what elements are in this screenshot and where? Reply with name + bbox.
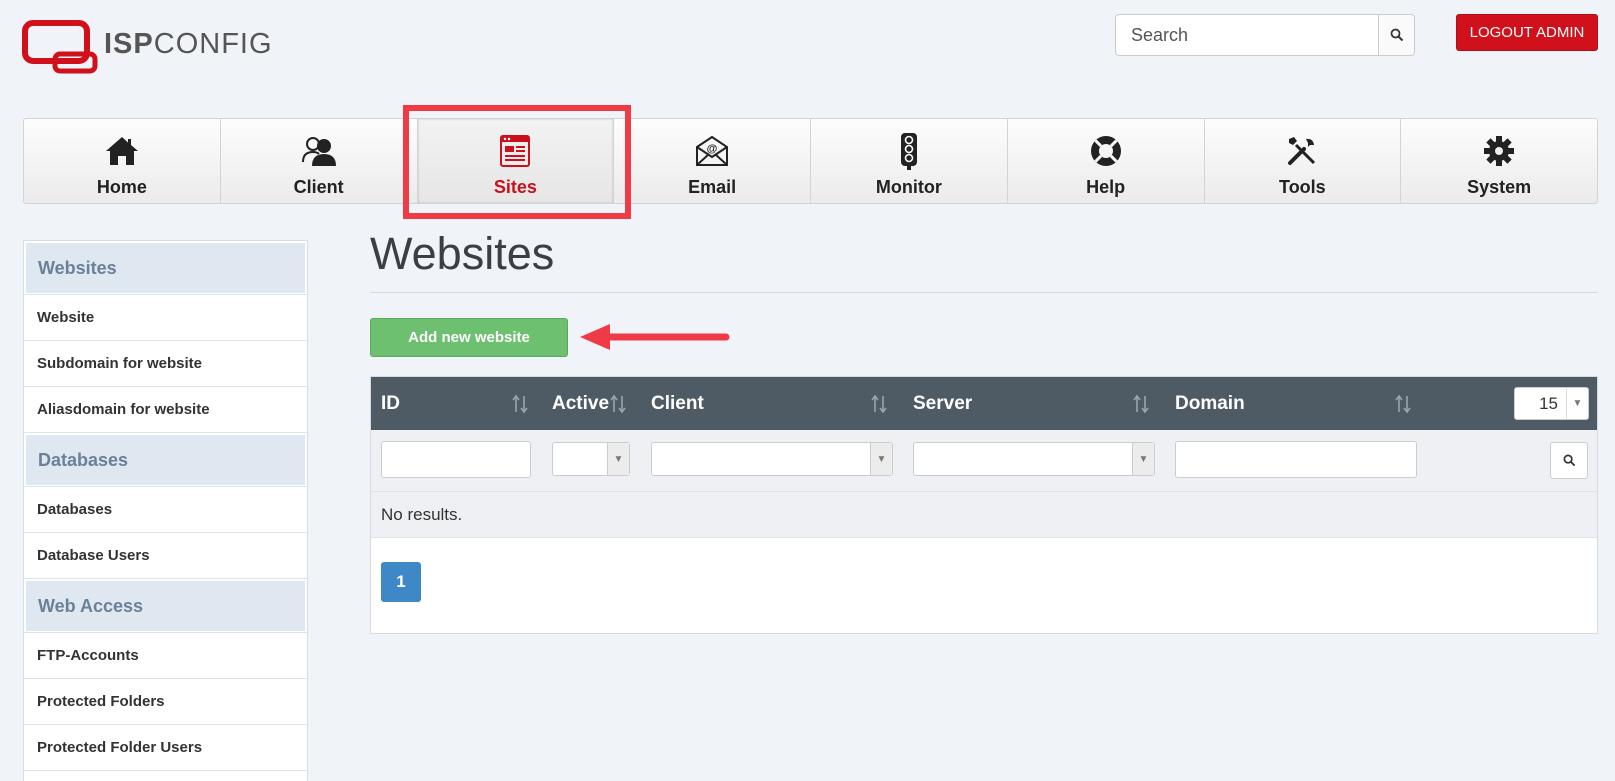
filter-row: ▼ ▼ ▼ xyxy=(371,430,1597,492)
chevron-down-icon: ▼ xyxy=(1566,388,1588,419)
sidebar-item-protected-folder-users[interactable]: Protected Folder Users xyxy=(24,724,307,771)
logo-mark-icon xyxy=(22,20,98,74)
filter-id-input[interactable] xyxy=(381,441,531,478)
sidebar-item-database-users[interactable]: Database Users xyxy=(24,532,307,579)
sidebar-item-subdomain[interactable]: Subdomain for website xyxy=(24,340,307,387)
nav-home[interactable]: Home xyxy=(24,119,221,203)
table-header: ID Active Client Server Domain 15 ▼ xyxy=(371,377,1597,430)
global-search xyxy=(1115,14,1415,56)
monitor-icon xyxy=(891,133,927,170)
sidebar-item-protected-folders[interactable]: Protected Folders xyxy=(24,678,307,725)
column-header-domain[interactable]: Domain xyxy=(1175,377,1245,430)
email-icon: @ xyxy=(694,133,730,169)
logo-text: ISPCONFIG xyxy=(104,28,273,60)
nav-label: Monitor xyxy=(875,177,942,197)
filter-active-select[interactable]: ▼ xyxy=(552,442,630,476)
sidebar-item-databases[interactable]: Databases xyxy=(24,486,307,533)
per-page-value: 15 xyxy=(1539,394,1558,413)
nav-help[interactable]: Help xyxy=(1008,119,1205,203)
chevron-down-icon: ▼ xyxy=(607,443,629,475)
nav-label: Help xyxy=(1086,177,1126,197)
add-new-website-button[interactable]: Add new website xyxy=(370,318,568,357)
tools-icon xyxy=(1284,133,1320,169)
chevron-down-icon: ▼ xyxy=(870,443,892,475)
sort-icon[interactable] xyxy=(870,394,888,414)
help-icon xyxy=(1088,133,1124,169)
sites-highlight-box xyxy=(403,105,631,219)
filter-domain-input[interactable] xyxy=(1175,441,1417,478)
annotation-arrow-icon xyxy=(580,324,730,350)
nav-label: Home xyxy=(96,177,147,197)
sidebar-item-ftp-accounts[interactable]: FTP-Accounts xyxy=(24,632,307,679)
nav-label: System xyxy=(1467,177,1532,197)
nav-client[interactable]: Client xyxy=(221,119,418,203)
sidebar-section-web-access: Web Access xyxy=(26,581,305,631)
search-icon xyxy=(1390,28,1403,42)
column-header-server[interactable]: Server xyxy=(913,377,972,430)
sidebar-item-aliasdomain[interactable]: Aliasdomain for website xyxy=(24,386,307,433)
chevron-down-icon: ▼ xyxy=(1132,443,1154,475)
sort-icon[interactable] xyxy=(609,394,627,414)
sort-icon[interactable] xyxy=(1394,394,1412,414)
column-header-client[interactable]: Client xyxy=(651,377,704,430)
filter-server-select[interactable]: ▼ xyxy=(913,442,1155,476)
logout-button[interactable]: LOGOUT ADMIN xyxy=(1456,14,1598,51)
page-title: Websites xyxy=(370,228,555,279)
per-page-select[interactable]: 15 ▼ xyxy=(1514,387,1589,420)
nav-label: Email xyxy=(688,177,737,197)
websites-table: ID Active Client Server Domain 15 ▼ ▼ ▼ … xyxy=(370,376,1598,634)
filter-client-select[interactable]: ▼ xyxy=(651,442,893,476)
search-input[interactable] xyxy=(1116,15,1378,55)
empty-state-text: No results. xyxy=(371,492,1597,538)
search-button[interactable] xyxy=(1378,15,1414,55)
main-nav: Home Client Sites @ Email Monitor Help T… xyxy=(23,118,1598,204)
sort-icon[interactable] xyxy=(511,394,529,414)
sidebar: Websites Website Subdomain for website A… xyxy=(23,240,308,781)
nav-tools[interactable]: Tools xyxy=(1205,119,1402,203)
column-header-active[interactable]: Active xyxy=(552,377,609,430)
title-divider xyxy=(370,292,1598,293)
filter-search-button[interactable] xyxy=(1550,442,1588,479)
search-icon xyxy=(1563,454,1575,467)
svg-text:@: @ xyxy=(707,143,718,155)
home-icon xyxy=(104,133,140,169)
nav-monitor[interactable]: Monitor xyxy=(811,119,1008,203)
column-header-id[interactable]: ID xyxy=(381,377,400,430)
sort-icon[interactable] xyxy=(1132,394,1150,414)
nav-label: Tools xyxy=(1279,177,1326,197)
sidebar-section-websites: Websites xyxy=(26,243,305,293)
sidebar-item-website[interactable]: Website xyxy=(24,294,307,341)
nav-system[interactable]: System xyxy=(1401,119,1597,203)
client-icon xyxy=(301,133,337,169)
sidebar-section-databases: Databases xyxy=(26,435,305,485)
nav-label: Client xyxy=(293,177,344,197)
pagination-page-1[interactable]: 1 xyxy=(381,562,421,602)
nav-email[interactable]: @ Email xyxy=(614,119,811,203)
gear-icon xyxy=(1481,133,1517,169)
